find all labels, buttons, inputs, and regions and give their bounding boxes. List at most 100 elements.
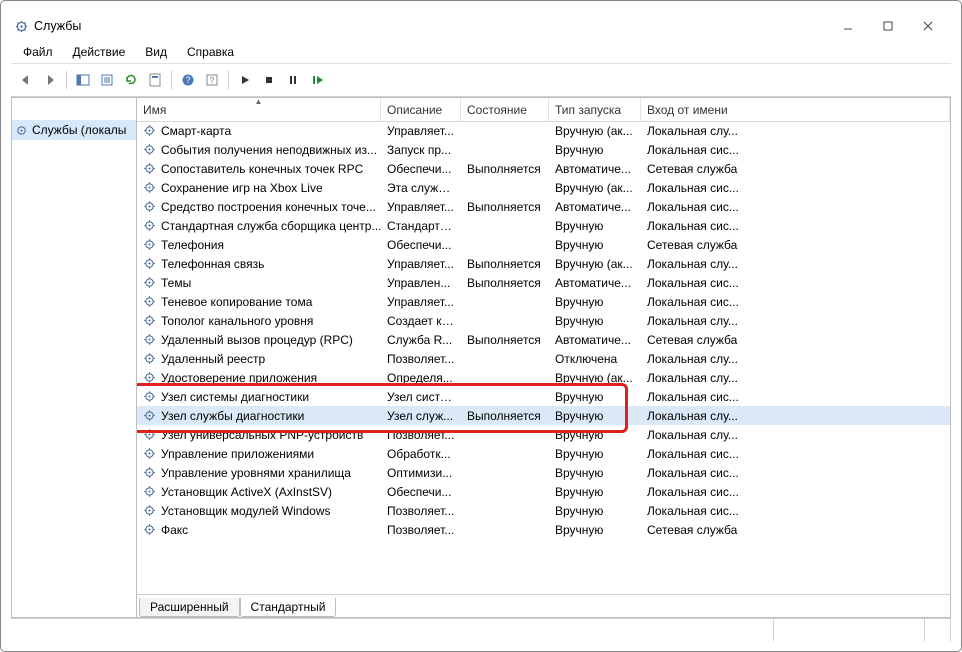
service-row[interactable]: Удаленный реестрПозволяет...ОтключенаЛок… xyxy=(137,349,950,368)
service-row[interactable]: Смарт-картаУправляет...Вручную (ак...Лок… xyxy=(137,121,950,140)
column-description[interactable]: Описание xyxy=(381,98,461,121)
window-title: Службы xyxy=(34,19,81,33)
column-state[interactable]: Состояние xyxy=(461,98,549,121)
cell-logon-as: Локальная слу... xyxy=(641,124,950,138)
list-body[interactable]: Смарт-картаУправляет...Вручную (ак...Лок… xyxy=(137,121,950,594)
cell-startup-type: Вручную (ак... xyxy=(549,124,641,138)
service-icon xyxy=(143,504,156,517)
cell-startup-type: Вручную (ак... xyxy=(549,257,641,271)
service-row[interactable]: Сопоставитель конечных точек RPCОбеспечи… xyxy=(137,159,950,178)
cell-startup-type: Вручную xyxy=(549,390,641,404)
service-row[interactable]: Установщик модулей WindowsПозволяет...Вр… xyxy=(137,501,950,520)
service-row[interactable]: Управление приложениямиОбработк...Вручну… xyxy=(137,444,950,463)
cell-startup-type: Отключена xyxy=(549,352,641,366)
menu-view[interactable]: Вид xyxy=(137,43,175,61)
cell-description: Стандартн... xyxy=(381,219,461,233)
service-row[interactable]: Тополог канального уровняСоздает ка...Вр… xyxy=(137,311,950,330)
forward-button[interactable] xyxy=(39,69,61,91)
help-topics-button[interactable]: ? xyxy=(201,69,223,91)
service-icon xyxy=(143,200,156,213)
view-tabs: Расширенный Стандартный xyxy=(137,594,950,617)
menu-file[interactable]: Файл xyxy=(15,43,61,61)
tab-extended[interactable]: Расширенный xyxy=(139,598,240,617)
toolbar-separator xyxy=(171,71,172,89)
help-button[interactable]: ? xyxy=(177,69,199,91)
service-icon xyxy=(143,295,156,308)
service-row[interactable]: ТелефонияОбеспечи...ВручнуюСетевая служб… xyxy=(137,235,950,254)
column-startup-type[interactable]: Тип запуска xyxy=(549,98,641,121)
cell-description: Управляет... xyxy=(381,257,461,271)
service-row[interactable]: Телефонная связьУправляет...ВыполняетсяВ… xyxy=(137,254,950,273)
service-row[interactable]: Сохранение игр на Xbox LiveЭта служб...В… xyxy=(137,178,950,197)
window-controls xyxy=(835,16,945,36)
cell-startup-type: Вручную xyxy=(549,428,641,442)
cell-startup-type: Автоматиче... xyxy=(549,200,641,214)
properties-button[interactable] xyxy=(144,69,166,91)
stop-service-button[interactable] xyxy=(258,69,280,91)
service-row[interactable]: Теневое копирование томаУправляет...Вруч… xyxy=(137,292,950,311)
cell-description: Эта служб... xyxy=(381,181,461,195)
cell-description: Позволяет... xyxy=(381,352,461,366)
cell-logon-as: Локальная сис... xyxy=(641,143,950,157)
cell-description: Обработк... xyxy=(381,447,461,461)
maximize-button[interactable] xyxy=(875,16,901,36)
service-row[interactable]: Удостоверение приложенияОпределя...Вручн… xyxy=(137,368,950,387)
cell-name: Удаленный вызов процедур (RPC) xyxy=(137,333,381,347)
service-row[interactable]: Узел универсальных PNP-устройствПозволяе… xyxy=(137,425,950,444)
cell-description: Узел служ... xyxy=(381,409,461,423)
service-row[interactable]: Узел службы диагностикиУзел служ...Выпол… xyxy=(137,406,950,425)
service-icon xyxy=(143,143,156,156)
service-row[interactable]: Средство построения конечных точе...Упра… xyxy=(137,197,950,216)
service-list: ▲ Имя Описание Состояние Тип запуска Вхо… xyxy=(137,98,950,594)
service-row[interactable]: Установщик ActiveX (AxInstSV)Обеспечи...… xyxy=(137,482,950,501)
restart-service-button[interactable] xyxy=(306,69,328,91)
cell-name: Узел универсальных PNP-устройств xyxy=(137,428,381,442)
tab-standard[interactable]: Стандартный xyxy=(240,597,337,617)
cell-name: Управление приложениями xyxy=(137,447,381,461)
cell-startup-type: Вручную xyxy=(549,238,641,252)
menu-action[interactable]: Действие xyxy=(65,43,134,61)
service-row[interactable]: Удаленный вызов процедур (RPC)Служба R..… xyxy=(137,330,950,349)
cell-description: Управляет... xyxy=(381,200,461,214)
cell-name: Стандартная служба сборщика центр... xyxy=(137,219,381,233)
cell-startup-type: Автоматиче... xyxy=(549,162,641,176)
cell-description: Узел систе... xyxy=(381,390,461,404)
service-row[interactable]: Узел системы диагностикиУзел систе...Вру… xyxy=(137,387,950,406)
export-list-button[interactable] xyxy=(96,69,118,91)
service-row[interactable]: Стандартная служба сборщика центр...Стан… xyxy=(137,216,950,235)
tree-item-label: Службы (локалы xyxy=(32,123,126,137)
titlebar: Службы xyxy=(11,11,951,41)
tree-item-services[interactable]: Службы (локалы xyxy=(12,120,136,140)
refresh-button[interactable] xyxy=(120,69,142,91)
back-button[interactable] xyxy=(15,69,37,91)
column-logon-as[interactable]: Вход от имени xyxy=(641,98,950,121)
cell-name: Темы xyxy=(137,276,381,290)
service-icon xyxy=(143,124,156,137)
pause-service-button[interactable] xyxy=(282,69,304,91)
service-row[interactable]: ФаксПозволяет...ВручнуюСетевая служба xyxy=(137,520,950,539)
cell-startup-type: Вручную xyxy=(549,143,641,157)
show-hide-tree-button[interactable] xyxy=(72,69,94,91)
service-row[interactable]: ТемыУправлен...ВыполняетсяАвтоматиче...Л… xyxy=(137,273,950,292)
cell-name: Узел службы диагностики xyxy=(137,409,381,423)
service-icon xyxy=(143,466,156,479)
cell-startup-type: Вручную xyxy=(549,219,641,233)
column-name[interactable]: ▲ Имя xyxy=(137,98,381,121)
cell-description: Позволяет... xyxy=(381,428,461,442)
service-row[interactable]: События получения неподвижных из...Запус… xyxy=(137,140,950,159)
service-icon xyxy=(143,428,156,441)
service-icon xyxy=(143,333,156,346)
service-row[interactable]: Управление уровнями хранилищаОптимизи...… xyxy=(137,463,950,482)
app-icon xyxy=(15,20,28,33)
service-icon xyxy=(143,523,156,536)
close-button[interactable] xyxy=(915,16,941,36)
cell-startup-type: Вручную xyxy=(549,466,641,480)
menu-help[interactable]: Справка xyxy=(179,43,242,61)
cell-name: Телефонная связь xyxy=(137,257,381,271)
start-service-button[interactable] xyxy=(234,69,256,91)
cell-logon-as: Сетевая служба xyxy=(641,523,950,537)
cell-name: Установщик ActiveX (AxInstSV) xyxy=(137,485,381,499)
cell-logon-as: Локальная слу... xyxy=(641,409,950,423)
minimize-button[interactable] xyxy=(835,16,861,36)
cell-description: Позволяет... xyxy=(381,523,461,537)
